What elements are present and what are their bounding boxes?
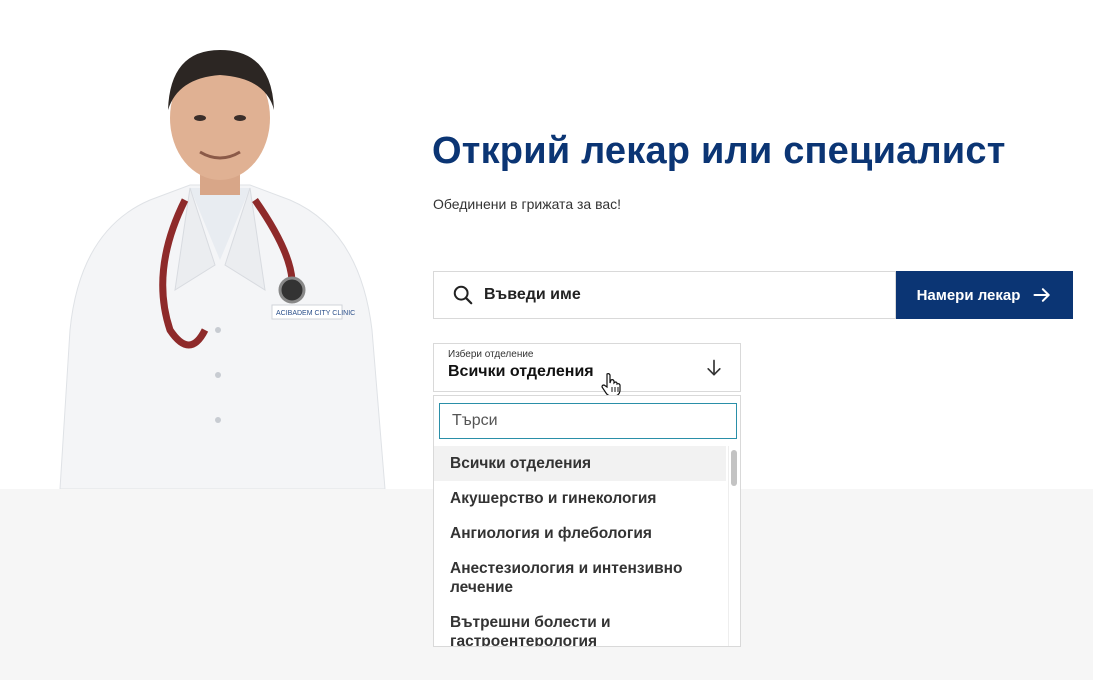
department-option[interactable]: Ангиология и флебология (434, 516, 726, 551)
department-option[interactable]: Вътрешни болести и гастроентерология (434, 605, 726, 646)
department-options-list: Всички отделения Акушерство и гинекологи… (434, 446, 726, 646)
doctor-image: ACIBADEM CITY CLINIC (40, 30, 400, 489)
department-select-label: Избери отделение (448, 349, 534, 360)
department-filter-input[interactable] (439, 403, 737, 439)
search-icon (452, 284, 474, 306)
department-select-value: Всички отделения (448, 363, 594, 380)
dropdown-scrollbar-thumb[interactable] (731, 450, 737, 486)
arrow-down-icon (704, 358, 724, 378)
doctor-search-field[interactable] (433, 271, 896, 319)
page-subtitle: Обединени в грижата за вас! (433, 196, 622, 212)
dropdown-scrollbar[interactable] (728, 446, 738, 646)
department-select[interactable]: Избери отделение Всички отделения (433, 343, 741, 392)
department-option[interactable]: Всички отделения (434, 446, 726, 481)
doctor-name-input[interactable] (484, 286, 864, 304)
page-title: Открий лекар или специалист (432, 130, 1006, 172)
coat-badge: ACIBADEM CITY CLINIC (276, 310, 355, 317)
find-doctor-button[interactable]: Намери лекар (896, 271, 1073, 319)
department-option[interactable]: Анестезиология и интензивно лечение (434, 551, 726, 605)
find-doctor-label: Намери лекар (916, 286, 1021, 304)
department-dropdown: Всички отделения Акушерство и гинекологи… (433, 395, 741, 647)
arrow-right-icon (1032, 285, 1052, 305)
department-option[interactable]: Акушерство и гинекология (434, 481, 726, 516)
